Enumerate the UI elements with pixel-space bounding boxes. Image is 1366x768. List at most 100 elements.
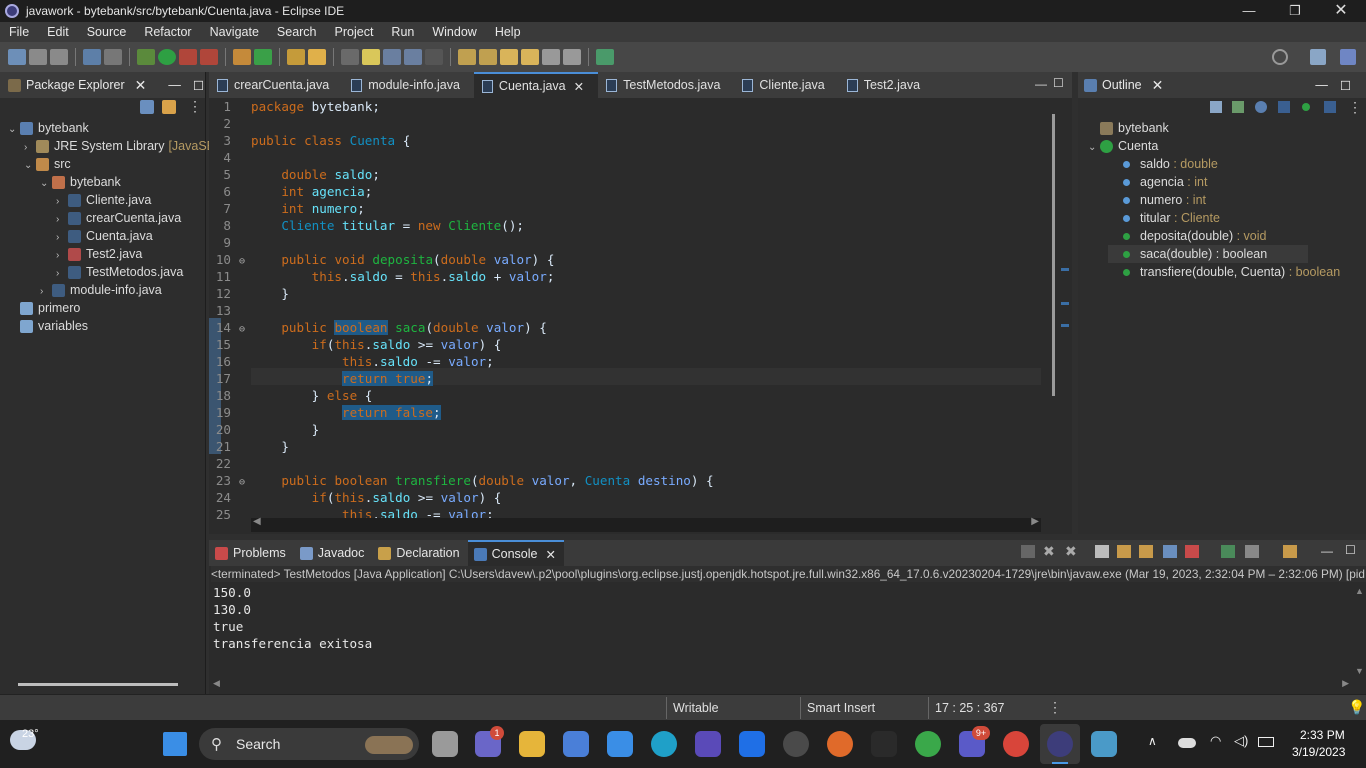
next-annotation-icon[interactable] — [458, 49, 476, 65]
eclipse-taskbar-active[interactable] — [1040, 724, 1080, 764]
editor-tab[interactable]: Test2.java — [839, 72, 934, 98]
close-icon[interactable]: ✕ — [135, 77, 147, 94]
start-icon[interactable] — [163, 732, 187, 756]
tree-item[interactable]: › crearCuenta.java — [56, 209, 181, 227]
outline-item[interactable]: bytebank — [1088, 119, 1169, 137]
editor-hscrollbar[interactable]: ◀ ▶ — [251, 516, 1041, 532]
maximize-editor-icon[interactable]: ☐ — [1053, 76, 1064, 90]
console-hscrollbar[interactable]: ◀ ▶ — [213, 678, 1349, 690]
clock-time[interactable]: 2:33 PM — [1300, 728, 1345, 742]
chevron-up-icon[interactable]: ∧ — [1148, 734, 1157, 748]
new-icon[interactable] — [8, 49, 26, 65]
tree-item[interactable]: › JRE System Library [JavaSE-1 — [24, 137, 226, 155]
hide-nonpublic-icon[interactable] — [1302, 103, 1310, 111]
app-icon[interactable] — [1091, 731, 1117, 757]
tree-item[interactable]: ⌄ src — [24, 155, 71, 173]
hide-fields-icon[interactable] — [1255, 101, 1267, 113]
view-menu-icon[interactable]: ⋮ — [188, 98, 202, 115]
run-icon[interactable] — [158, 49, 176, 65]
terminate-icon[interactable] — [1021, 545, 1035, 558]
sort-icon[interactable] — [1232, 101, 1244, 113]
menu-refactor[interactable]: Refactor — [135, 25, 200, 39]
annotation-icon[interactable] — [341, 49, 359, 65]
wifi-icon[interactable]: ◠ — [1210, 733, 1221, 749]
collapse-all-icon[interactable] — [140, 100, 154, 114]
battery-icon[interactable] — [1258, 737, 1274, 747]
minimize-view-icon[interactable]: — — [1315, 78, 1328, 92]
pin-editor-icon[interactable] — [596, 49, 614, 65]
menu-run[interactable]: Run — [382, 25, 423, 39]
outline-item[interactable]: numero : int — [1108, 191, 1206, 209]
editor-tab[interactable]: TestMetodos.java — [598, 72, 734, 98]
open-perspective-icon[interactable] — [1310, 49, 1326, 65]
outline-item[interactable]: deposita(double) : void — [1108, 227, 1266, 245]
show-on-error-icon[interactable] — [1185, 545, 1199, 558]
dropbox-icon[interactable] — [739, 731, 765, 757]
remove-all-icon[interactable]: ✖ — [1065, 543, 1077, 560]
forward-edit-icon[interactable] — [521, 49, 539, 65]
remove-launch-icon[interactable]: ✖ — [1043, 543, 1055, 560]
maximize-view-icon[interactable]: ☐ — [1340, 78, 1351, 93]
debug-icon[interactable] — [137, 49, 155, 65]
menu-search[interactable]: Search — [268, 25, 326, 39]
java-perspective-icon[interactable] — [1340, 49, 1356, 65]
minimize-button[interactable]: — — [1226, 0, 1272, 22]
editor-tab[interactable]: Cliente.java — [734, 72, 838, 98]
maximize-view-icon[interactable]: ☐ — [1345, 543, 1356, 557]
terminal-icon[interactable] — [83, 49, 101, 65]
file-explorer-icon[interactable] — [519, 731, 545, 757]
last-edit-icon[interactable] — [500, 49, 518, 65]
media-player-icon[interactable] — [783, 731, 809, 757]
tree-item[interactable]: › Cuenta.java — [56, 227, 153, 245]
close-icon[interactable]: ✕ — [1152, 77, 1164, 94]
app-icon[interactable] — [871, 731, 897, 757]
menu-edit[interactable]: Edit — [38, 25, 78, 39]
menu-navigate[interactable]: Navigate — [201, 25, 268, 39]
console-vscrollbar[interactable]: ▲ ▼ — [1353, 586, 1365, 676]
outline-item[interactable]: saca(double) : boolean — [1108, 245, 1308, 263]
clear-console-icon[interactable] — [1095, 545, 1109, 558]
save-all-icon[interactable] — [50, 49, 68, 65]
chevron-down-icon[interactable]: ⌄ — [40, 175, 52, 193]
skip-breakpoints-icon[interactable] — [104, 49, 122, 65]
whitespace-icon[interactable] — [425, 49, 443, 65]
hide-static-icon[interactable] — [1278, 101, 1290, 113]
open-console-icon[interactable] — [1283, 545, 1297, 558]
menu-source[interactable]: Source — [78, 25, 136, 39]
editor-tab[interactable]: crearCuenta.java — [209, 72, 343, 98]
volume-icon[interactable]: ◁) — [1234, 733, 1248, 749]
console-output[interactable]: 150.0 130.0 true transferencia exitosa — [213, 584, 372, 652]
task-view-icon[interactable] — [432, 731, 458, 757]
maximize-view-icon[interactable]: ☐ — [193, 78, 204, 93]
back-icon[interactable] — [542, 49, 560, 65]
onedrive-icon[interactable] — [1178, 738, 1196, 748]
chevron-down-icon[interactable]: ⌄ — [24, 157, 36, 175]
open-type-icon[interactable] — [287, 49, 305, 65]
mail-icon[interactable] — [607, 731, 633, 757]
store-icon[interactable] — [563, 731, 589, 757]
minimize-editor-icon[interactable]: — — [1035, 77, 1047, 91]
search-icon[interactable] — [1272, 49, 1288, 65]
menu-project[interactable]: Project — [326, 25, 383, 39]
edge-icon[interactable] — [651, 731, 677, 757]
view-menu-icon[interactable]: ⋮ — [1348, 99, 1362, 116]
prev-annotation-icon[interactable] — [479, 49, 497, 65]
save-icon[interactable] — [29, 49, 47, 65]
xbox-icon[interactable] — [915, 731, 941, 757]
block-selection-icon[interactable] — [383, 49, 401, 65]
tree-item[interactable]: primero — [8, 299, 80, 317]
tab-javadoc[interactable]: Javadoc — [294, 540, 373, 566]
minimize-view-icon[interactable]: — — [168, 78, 181, 92]
tab-console[interactable]: Console ✕ — [467, 540, 564, 566]
outline-item[interactable]: agencia : int — [1108, 173, 1207, 191]
menu-window[interactable]: Window — [423, 25, 485, 39]
clock-date[interactable]: 3/19/2023 — [1292, 745, 1345, 759]
search-tool-icon[interactable] — [308, 49, 326, 65]
restore-button[interactable]: ❐ — [1272, 0, 1318, 22]
tree-item[interactable]: variables — [8, 317, 88, 335]
status-menu-icon[interactable]: ⋮ — [1048, 699, 1062, 716]
brave-icon[interactable] — [827, 731, 853, 757]
minimize-view-icon[interactable]: — — [1321, 544, 1333, 558]
forward-icon[interactable] — [563, 49, 581, 65]
word-wrap-icon[interactable] — [1139, 545, 1153, 558]
